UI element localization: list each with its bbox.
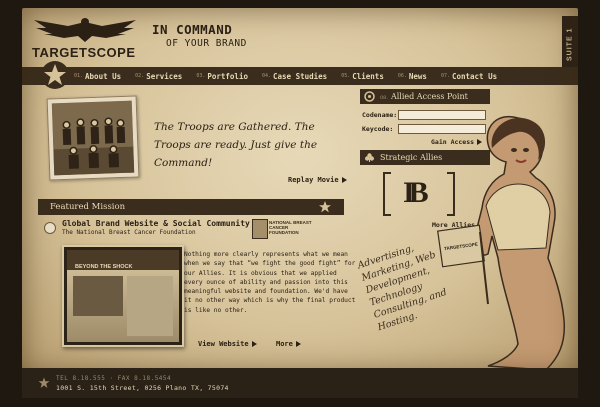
nav-item-contact[interactable]: 07. Contact Us (441, 72, 497, 81)
keycode-label: Keycode: (362, 125, 394, 133)
logo[interactable]: TARGETSCOPE (28, 14, 146, 62)
troops-photo (46, 95, 140, 181)
nav-item-portfolio[interactable]: 03. Portfolio (196, 72, 248, 81)
hero-headline: The Troops are Gathered. The Troops are … (154, 121, 318, 169)
arrow-icon (251, 341, 257, 347)
nav-item-case-studies[interactable]: 04. Case Studies (262, 72, 327, 81)
star-icon (41, 61, 69, 89)
nav-item-about[interactable]: 01. About Us (74, 72, 121, 81)
page: TARGETSCOPE IN COMMAND OF YOUR BRAND SUI… (0, 0, 600, 407)
featured-headline: Global Brand Website & Social Community (62, 219, 250, 228)
gear-icon (364, 91, 375, 102)
tagline-line2: OF YOUR BRAND (166, 38, 247, 49)
nav-item-services[interactable]: 02. Services (135, 72, 182, 81)
view-website-link[interactable]: View Website (198, 340, 257, 348)
clubs-icon (365, 153, 374, 162)
eagle-icon (34, 18, 136, 42)
star-icon (319, 201, 331, 213)
access-title: 08. Allied Access Point (380, 92, 468, 101)
logo-text: TARGETSCOPE (32, 45, 136, 60)
tagline-line1: IN COMMAND (152, 22, 233, 37)
troops-image (51, 100, 135, 176)
featured-website-screenshot[interactable]: BEYOND THE SHOCK (62, 245, 184, 347)
featured-mission-title: Featured Mission (50, 202, 126, 212)
nav-item-news[interactable]: 06. News (398, 72, 427, 81)
nbcf-logo: NATIONAL BREAST CANCER FOUNDATION (252, 219, 312, 239)
footer (22, 368, 578, 398)
codename-label: Codename: (362, 111, 398, 119)
more-link[interactable]: More (276, 340, 301, 348)
nav-item-clients[interactable]: 05. Clients (341, 72, 384, 81)
replay-movie-link[interactable]: Replay Movie (288, 176, 347, 184)
target-icon (44, 222, 56, 234)
footer-phone: TEL 8.18.555 · FAX 8.18.5454 (56, 375, 172, 382)
hero-section: The Troops are Gathered. The Troops are … (38, 92, 352, 188)
main-nav: 01. About Us 02. Services 03. Portfolio 04.… (74, 67, 511, 85)
featured-subhead: The National Breast Cancer Foundation (62, 229, 196, 236)
play-arrow-icon (341, 177, 347, 183)
ribbon-icon (252, 219, 268, 239)
footer-address: 1001 S. 15th Street, 0256 Plano TX, 7507… (56, 384, 229, 392)
featured-description: Nothing more clearly represents what we … (184, 251, 356, 314)
side-tab[interactable]: SUITE 1 (562, 16, 578, 72)
arrow-icon (295, 341, 301, 347)
star-icon (38, 377, 50, 388)
